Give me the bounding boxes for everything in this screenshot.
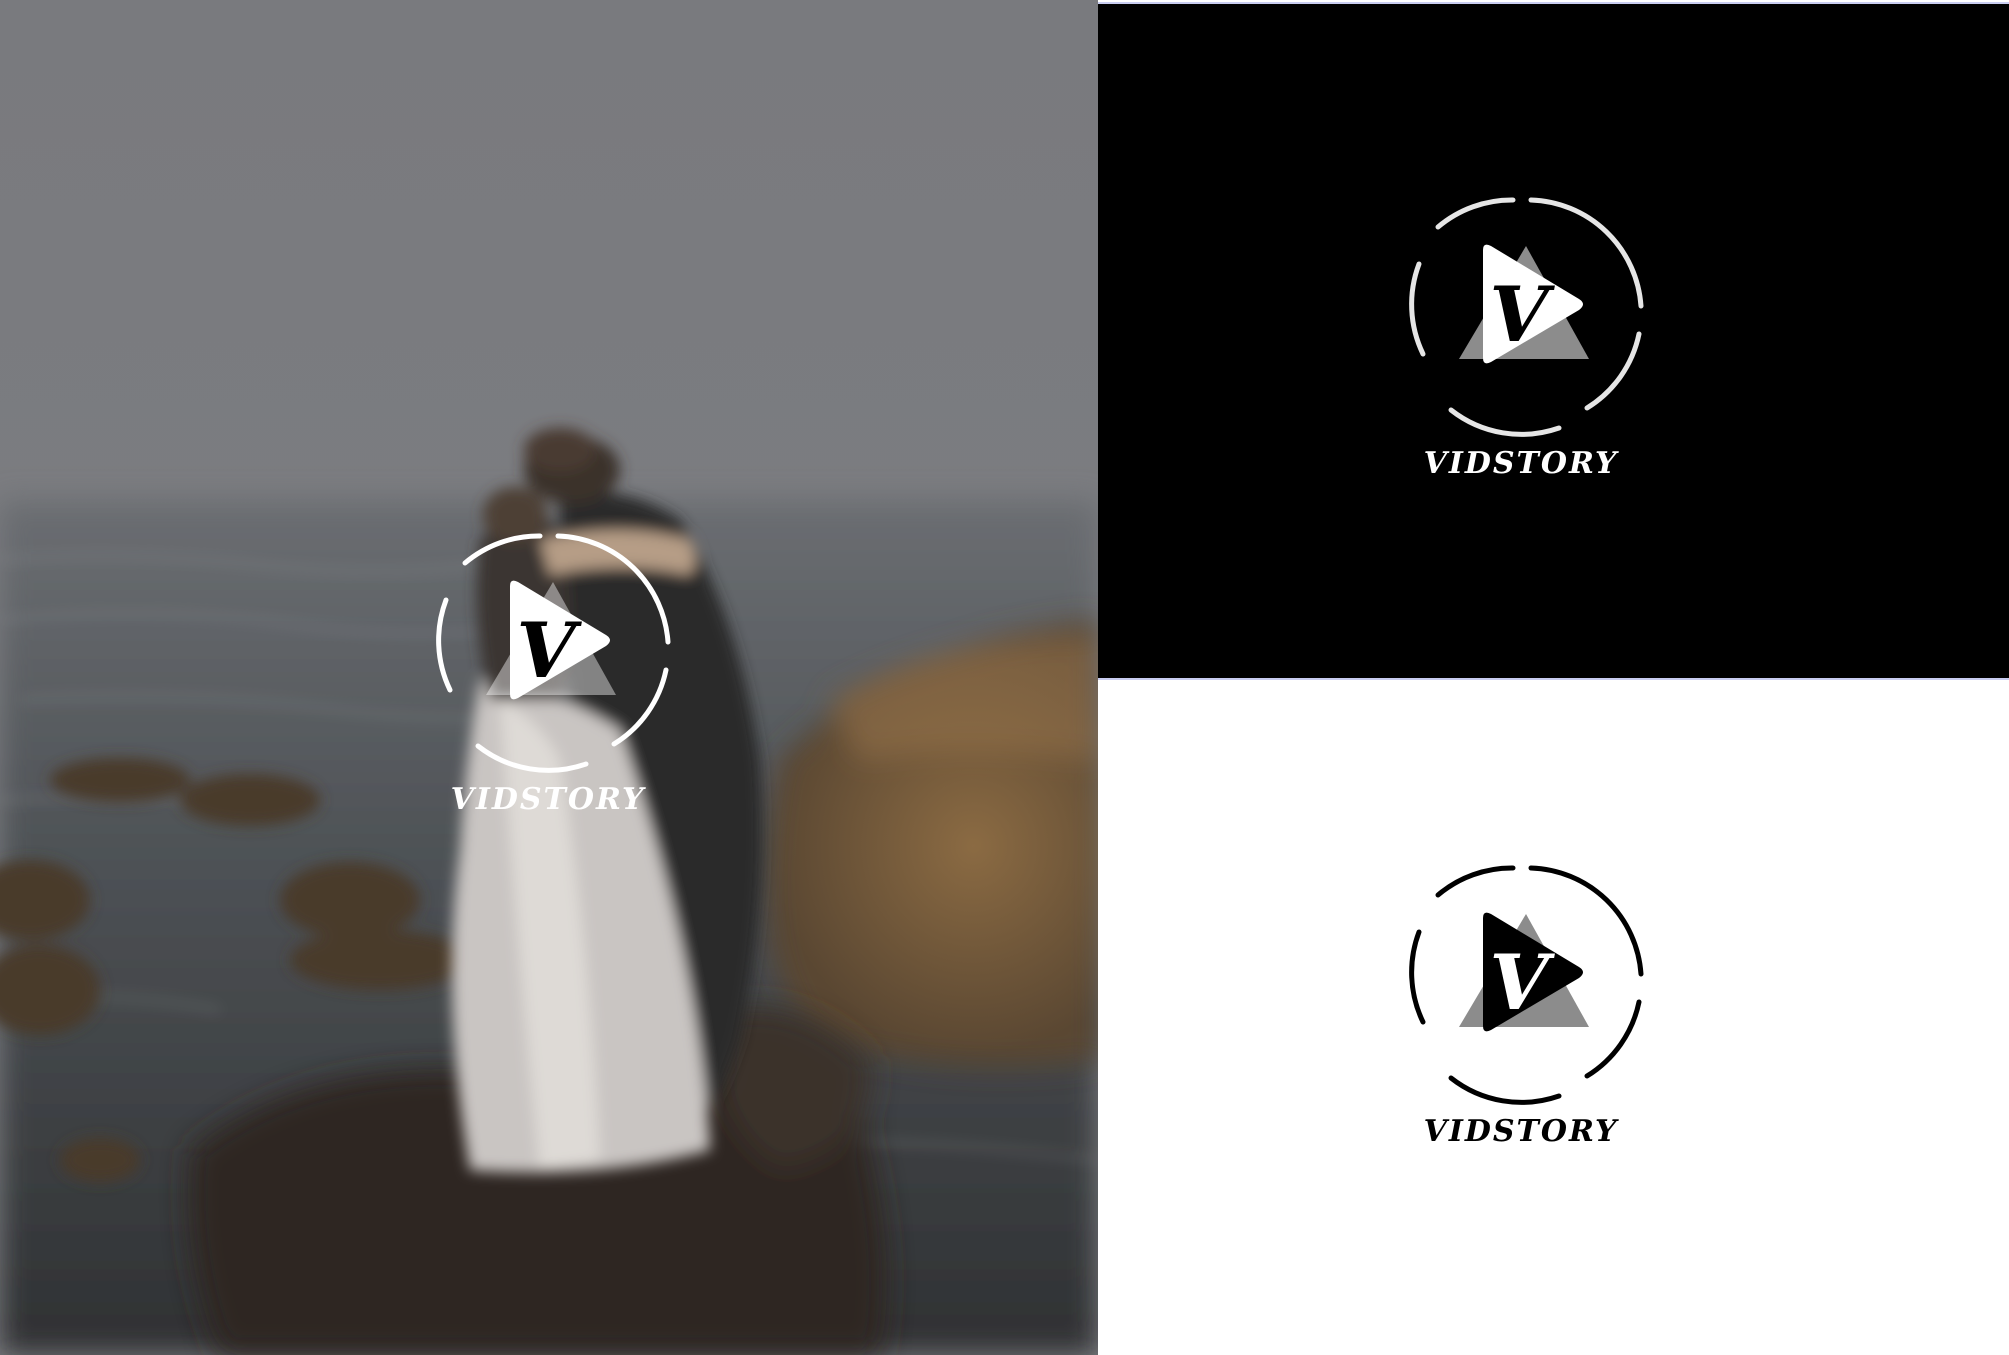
logo-on-light: V VIDSTORY (1391, 852, 1651, 1192)
play-monogram-icon: V (1409, 197, 1644, 437)
wordmark: VIDSTORY (450, 782, 646, 817)
logo-presentation-canvas: V VIDSTORY V VIDSTORY V VIDSTORY (0, 0, 2009, 1355)
monogram-letter: V (517, 606, 583, 695)
photo-panel: V VIDSTORY (0, 0, 1098, 1355)
monogram-letter: V (1490, 938, 1556, 1027)
logo-on-dark: V VIDSTORY (1391, 184, 1651, 524)
wordmark: VIDSTORY (1423, 1114, 1619, 1149)
dark-panel: V VIDSTORY (1098, 2, 2009, 680)
monogram-letter: V (1490, 270, 1556, 359)
wordmark: VIDSTORY (1423, 446, 1619, 481)
light-panel: V VIDSTORY (1098, 682, 2009, 1355)
logo-on-photo: V VIDSTORY (418, 520, 678, 860)
play-monogram-icon: V (1409, 865, 1644, 1105)
play-monogram-icon: V (436, 533, 671, 773)
